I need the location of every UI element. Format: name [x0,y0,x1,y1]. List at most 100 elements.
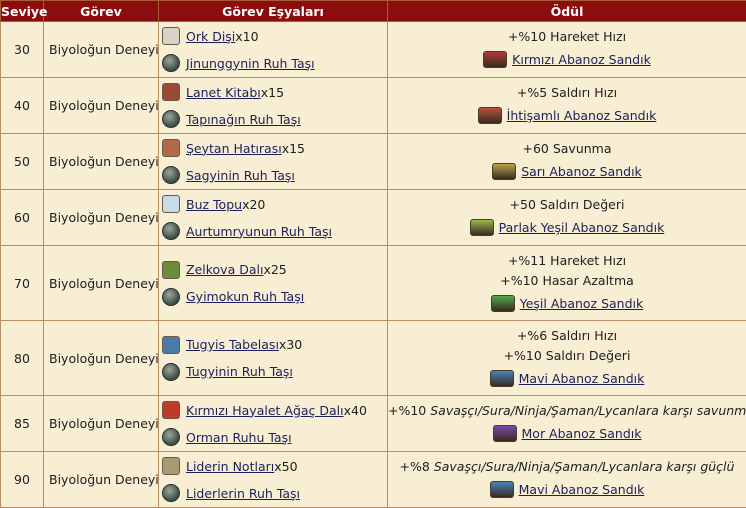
quest-item-quantity: x15 [282,141,305,156]
table-row: 85 Biyoloğun Deneyi Kırmızı Hayalet Ağaç… [1,396,746,452]
level-cell: 30 [1,22,44,78]
bonus-value: +%8 [400,459,434,474]
reward-chest: Kırmızı Abanoz Sandık [388,47,746,72]
chest-link[interactable]: Kırmızı Abanoz Sandık [512,52,651,67]
level-cell: 80 [1,321,44,396]
spirit-stone-link[interactable]: Aurtumryunun Ruh Taşı [186,224,332,239]
notes-icon [162,457,180,475]
quest-item-quantity: x50 [274,459,297,474]
level-cell: 85 [1,396,44,452]
quest-cell: Biyoloğun Deneyi [44,246,159,321]
quest-item: Ork Dişi x10 [162,23,387,50]
bonus-text: +%6 Saldırı Hızı [388,326,746,346]
spirit-stone-icon [162,484,180,502]
chest-icon [493,425,517,442]
quest-item: Şeytan Hatırası x15 [162,135,387,162]
quest-item-quantity: x30 [279,337,302,352]
level-cell: 40 [1,78,44,134]
chest-icon [470,219,494,236]
spirit-stone: Gyimokun Ruh Taşı [162,283,387,310]
spirit-stone-link[interactable]: Gyimokun Ruh Taşı [186,289,304,304]
chest-icon [492,163,516,180]
chest-link[interactable]: Sarı Abanoz Sandık [521,164,642,179]
table-row: 40 Biyoloğun Deneyi Lanet Kitabı x15 Tap… [1,78,746,134]
items-cell: Şeytan Hatırası x15 Sagyinin Ruh Taşı [159,134,388,190]
quest-item-quantity: x25 [263,262,286,277]
bonus-text: +60 Savunma [388,139,746,159]
spirit-stone-link[interactable]: Jinunggynin Ruh Taşı [186,56,315,71]
spirit-stone-link[interactable]: Liderlerin Ruh Taşı [186,486,300,501]
tablet-icon [162,336,180,354]
memento-icon [162,139,180,157]
bonus-description: Savaşçı/Sura/Ninja/Şaman/Lycanlara karşı… [430,403,746,418]
quest-item: Kırmızı Hayalet Ağaç Dalı x40 [162,397,387,424]
reward-cell: +%8 Savaşçı/Sura/Ninja/Şaman/Lycanlara k… [388,452,746,508]
quest-item: Lanet Kitabı x15 [162,79,387,106]
quest-item-link[interactable]: Zelkova Dalı [186,262,263,277]
chest-link[interactable]: İhtişamlı Abanoz Sandık [507,108,657,123]
bonus-text: +%8 Savaşçı/Sura/Ninja/Şaman/Lycanlara k… [388,457,746,477]
branch-icon [162,261,180,279]
quest-cell: Biyoloğun Deneyi [44,22,159,78]
bonus-text: +%5 Saldırı Hızı [388,83,746,103]
quest-item-link[interactable]: Buz Topu [186,197,242,212]
spirit-stone: Liderlerin Ruh Taşı [162,480,387,507]
book-icon [162,83,180,101]
header-reward: Ödül [388,1,746,22]
quest-item-link[interactable]: Lanet Kitabı [186,85,261,100]
quest-table: Seviye Görev Görev Eşyaları Ödül 30 Biyo… [0,0,746,508]
spirit-stone-link[interactable]: Orman Ruhu Taşı [186,430,292,445]
quest-item-link[interactable]: Ork Dişi [186,29,235,44]
table-body: 30 Biyoloğun Deneyi Ork Dişi x10 Jinungg… [1,22,746,508]
chest-link[interactable]: Yeşil Abanoz Sandık [520,296,644,311]
reward-cell: +%10 Savaşçı/Sura/Ninja/Şaman/Lycanlara … [388,396,746,452]
quest-item-link[interactable]: Liderin Notları [186,459,274,474]
quest-cell: Biyoloğun Deneyi [44,190,159,246]
chest-link[interactable]: Mavi Abanoz Sandık [519,482,645,497]
quest-item: Liderin Notları x50 [162,453,387,480]
items-cell: Kırmızı Hayalet Ağaç Dalı x40 Orman Ruhu… [159,396,388,452]
header-row: Seviye Görev Görev Eşyaları Ödül [1,1,746,22]
quest-item: Zelkova Dalı x25 [162,256,387,283]
quest-cell: Biyoloğun Deneyi [44,321,159,396]
table-row: 80 Biyoloğun Deneyi Tugyis Tabelası x30 … [1,321,746,396]
quest-item-link[interactable]: Tugyis Tabelası [186,337,279,352]
quest-item-link[interactable]: Kırmızı Hayalet Ağaç Dalı [186,403,344,418]
table-row: 60 Biyoloğun Deneyi Buz Topu x20 Aurtumr… [1,190,746,246]
reward-chest: Mor Abanoz Sandık [388,421,746,446]
quest-cell: Biyoloğun Deneyi [44,396,159,452]
spirit-stone-link[interactable]: Tapınağın Ruh Taşı [186,112,301,127]
bonus-value: +%10 [388,403,430,418]
quest-item: Tugyis Tabelası x30 [162,331,387,358]
quest-item-quantity: x20 [242,197,265,212]
bonus-text: +%10 Hasar Azaltma [388,271,746,291]
reward-cell: +%5 Saldırı Hızı İhtişamlı Abanoz Sandık [388,78,746,134]
reward-cell: +50 Saldırı Değeri Parlak Yeşil Abanoz S… [388,190,746,246]
chest-link[interactable]: Mor Abanoz Sandık [522,426,642,441]
spirit-stone-icon [162,428,180,446]
items-cell: Tugyis Tabelası x30 Tugyinin Ruh Taşı [159,321,388,396]
chest-icon [478,107,502,124]
spirit-stone-link[interactable]: Tugyinin Ruh Taşı [186,364,293,379]
reward-chest: Yeşil Abanoz Sandık [388,291,746,316]
spirit-stone: Sagyinin Ruh Taşı [162,162,387,189]
table-row: 70 Biyoloğun Deneyi Zelkova Dalı x25 Gyi… [1,246,746,321]
reward-cell: +60 Savunma Sarı Abanoz Sandık [388,134,746,190]
chest-link[interactable]: Parlak Yeşil Abanoz Sandık [499,220,665,235]
reward-chest: Parlak Yeşil Abanoz Sandık [388,215,746,240]
items-cell: Buz Topu x20 Aurtumryunun Ruh Taşı [159,190,388,246]
chest-link[interactable]: Mavi Abanoz Sandık [519,371,645,386]
quest-item-quantity: x40 [344,403,367,418]
quest-item: Buz Topu x20 [162,191,387,218]
quest-cell: Biyoloğun Deneyi [44,134,159,190]
spirit-stone-link[interactable]: Sagyinin Ruh Taşı [186,168,295,183]
quest-cell: Biyoloğun Deneyi [44,78,159,134]
reward-cell: +%11 Hareket Hızı+%10 Hasar Azaltma Yeşi… [388,246,746,321]
reward-chest: Sarı Abanoz Sandık [388,159,746,184]
spirit-stone-icon [162,363,180,381]
table-row: 30 Biyoloğun Deneyi Ork Dişi x10 Jinungg… [1,22,746,78]
quest-item-link[interactable]: Şeytan Hatırası [186,141,282,156]
spirit-stone: Tapınağın Ruh Taşı [162,106,387,133]
spirit-stone: Tugyinin Ruh Taşı [162,358,387,385]
quest-item-quantity: x15 [261,85,284,100]
